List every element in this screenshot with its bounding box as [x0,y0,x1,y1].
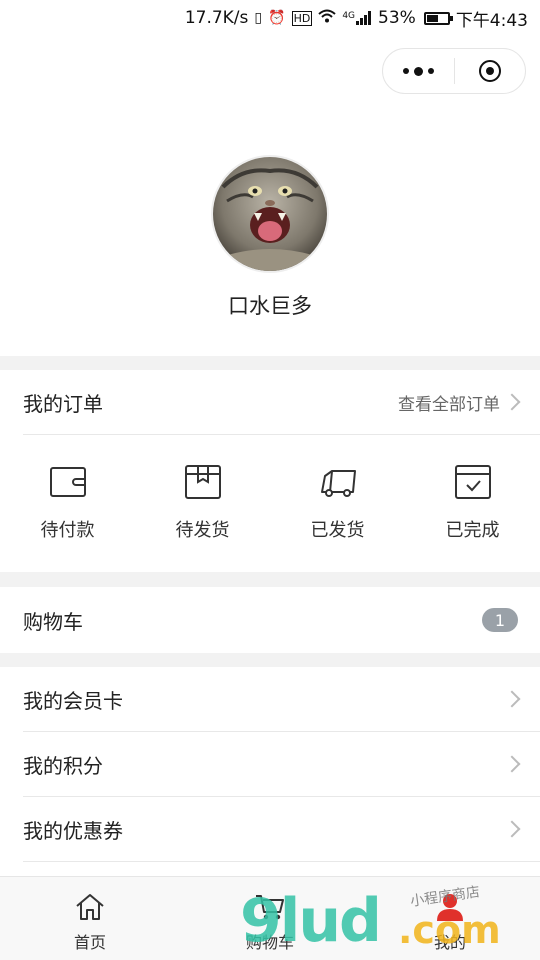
order-status-label: 待发货 [175,520,230,541]
my-orders-row: 我的订单 查看全部订单 [0,370,540,434]
member-card-row[interactable]: 我的会员卡 [0,667,540,731]
truck-icon [320,470,356,497]
divider [23,861,540,862]
cat-avatar-image [213,157,327,271]
more-dots-icon [402,66,434,76]
view-all-orders-label: 查看全部订单 [398,394,500,415]
network-type: 4G [342,11,356,21]
menu-item-label: 我的会员卡 [23,688,123,713]
cart-row[interactable]: 购物车 1 [0,587,540,653]
menu-item-label: 我的积分 [23,753,103,778]
order-status-label: 已完成 [445,520,500,541]
order-status-pending-payment[interactable]: 待付款 [0,436,135,572]
miniprogram-capsule [382,48,526,94]
target-icon [478,60,501,82]
battery-icon [423,11,453,25]
user-icon [437,894,463,921]
menu-item-label: 我的优惠券 [23,818,123,843]
tab-mine[interactable]: 我的 [360,877,540,960]
order-status-bar: 待付款 待发货 已发货 已完成 [0,436,540,572]
wifi-icon [318,9,336,27]
view-all-orders-link[interactable]: 查看全部订单 [398,390,521,415]
alarm-icon: ⏰ [268,10,286,26]
network-speed: 17.7K/s [184,8,249,28]
chevron-right-icon [503,820,521,838]
section-separator [0,572,540,587]
wallet-icon [49,467,86,497]
close-miniprogram-button[interactable] [455,49,526,93]
cart-icon [256,895,284,920]
divider [23,434,540,435]
tab-label: 我的 [433,933,466,952]
order-status-label: 已发货 [310,520,365,541]
chevron-right-icon [503,755,521,773]
package-icon [184,465,221,499]
cart-count-badge: 1 [482,608,518,632]
tab-home[interactable]: 首页 [0,877,180,960]
tab-cart[interactable]: 购物车 [180,877,360,960]
status-bar: 17.7K/s ▯ ⏰ HD 4G 53% 下午4:43 [0,0,540,36]
avatar[interactable] [213,157,327,271]
order-status-completed[interactable]: 已完成 [405,436,540,572]
section-separator [0,356,540,370]
tab-label: 首页 [73,933,106,952]
bottom-tab-bar: 首页 购物车 我的 [0,876,540,960]
vibrate-icon: ▯ [254,10,263,26]
section-separator [0,653,540,667]
chevron-right-icon [503,690,521,708]
points-row[interactable]: 我的积分 [0,732,540,796]
username: 口水巨多 [228,294,312,318]
battery-percent: 53% [378,8,416,28]
more-menu-button[interactable] [383,49,454,93]
cart-row-label: 购物车 [23,609,83,634]
home-icon [76,894,104,920]
order-status-pending-shipment[interactable]: 待发货 [135,436,270,572]
coupons-row[interactable]: 我的优惠券 [0,797,540,861]
hd-icon: HD [291,10,313,26]
clock: 下午4:43 [455,10,528,31]
signal-icon: 4G [342,11,372,25]
tab-label: 购物车 [245,933,294,952]
order-status-shipped[interactable]: 已发货 [270,436,405,572]
order-status-label: 待付款 [40,520,95,541]
completed-box-icon [454,465,491,499]
chevron-right-icon [503,393,521,411]
my-orders-title: 我的订单 [23,391,103,416]
